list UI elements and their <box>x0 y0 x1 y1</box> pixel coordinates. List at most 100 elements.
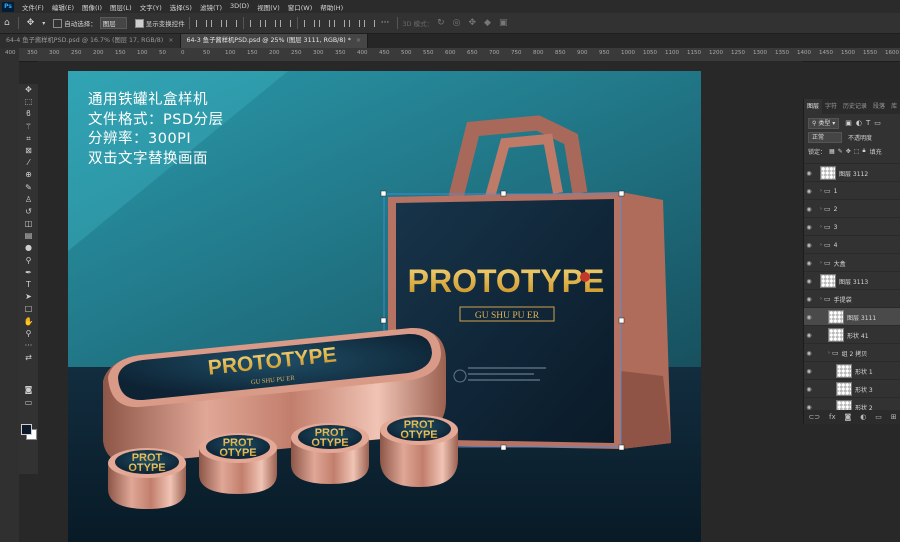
layer-row[interactable]: ◉ 图层 3112 <box>804 163 900 182</box>
adjustment-layer-icon[interactable]: ◐ <box>860 413 866 421</box>
3d-scale-icon[interactable]: ▣ <box>499 18 508 28</box>
type-tool-icon[interactable]: T <box>19 279 38 291</box>
distribute-center-icon[interactable] <box>318 19 330 27</box>
visibility-eye-icon[interactable]: ◉ <box>804 170 814 177</box>
layer-row[interactable]: ◉ 形状 41 <box>804 325 900 344</box>
layer-row[interactable]: ◉ › ▭ 组 2 拷贝 <box>804 343 900 362</box>
menu-item[interactable]: 图层(L) <box>106 2 136 12</box>
lock-pixels-icon[interactable]: ▦ <box>829 148 835 155</box>
visibility-eye-icon[interactable]: ◉ <box>804 242 814 249</box>
align-left-icon[interactable] <box>195 19 207 27</box>
move-tool-icon[interactable]: ✥ <box>27 18 35 28</box>
lock-position-icon[interactable]: ✥ <box>846 148 851 155</box>
visibility-eye-icon[interactable]: ◉ <box>804 206 814 213</box>
screen-mode-icon[interactable]: ▭ <box>19 397 38 409</box>
layer-row[interactable]: ◉ › ▭ 手提袋 <box>804 289 900 308</box>
panel-tab[interactable]: 历史记录 <box>840 99 870 114</box>
marquee-tool-icon[interactable]: ⬚ <box>19 96 38 108</box>
visibility-eye-icon[interactable]: ◉ <box>804 332 814 339</box>
history-brush-icon[interactable]: ↺ <box>19 206 38 218</box>
distribute-right-icon[interactable] <box>333 19 345 27</box>
path-selection-icon[interactable]: ➤ <box>19 291 38 303</box>
3d-rotate-icon[interactable]: ↻ <box>437 18 445 28</box>
layer-row[interactable]: ◉ 形状 3 <box>804 379 900 398</box>
align-bottom-icon[interactable] <box>279 19 291 27</box>
layer-row[interactable]: ◉ › ▭ 大盒 <box>804 253 900 272</box>
visibility-eye-icon[interactable]: ◉ <box>804 314 814 321</box>
panel-tab[interactable]: 库 <box>888 99 900 114</box>
pen-tool-icon[interactable]: ✒ <box>19 267 38 279</box>
distribute-top-icon[interactable] <box>348 19 360 27</box>
panel-tab[interactable]: 段落 <box>870 99 888 114</box>
show-transform-checkbox[interactable] <box>134 18 144 28</box>
align-center-icon[interactable] <box>210 19 222 27</box>
layer-row[interactable]: ◉ › ▭ 3 <box>804 217 900 236</box>
blur-tool-icon[interactable]: ● <box>19 242 38 254</box>
new-layer-icon[interactable]: ⊞ <box>891 413 897 421</box>
distribute-middle-icon[interactable] <box>363 19 375 27</box>
layer-row[interactable]: ◉ 图层 3111 <box>804 307 900 326</box>
layer-row[interactable]: ◉ 图层 3113 <box>804 271 900 290</box>
brush-tool-icon[interactable]: ✎ <box>19 182 38 194</box>
panel-tab[interactable]: 图层 <box>804 99 823 114</box>
visibility-eye-icon[interactable]: ◉ <box>804 296 814 303</box>
color-swatches[interactable] <box>19 364 38 384</box>
link-layers-icon[interactable]: ⊂⊃ <box>808 413 820 421</box>
filter-adjustment-icon[interactable]: ◐ <box>856 119 862 127</box>
layer-row[interactable]: ◉ 形状 1 <box>804 361 900 380</box>
expand-caret-icon[interactable]: › <box>820 242 822 248</box>
panel-tab[interactable]: 字符 <box>822 99 840 114</box>
move-tool-icon[interactable]: ✥ <box>19 84 38 96</box>
expand-caret-icon[interactable]: › <box>820 188 822 194</box>
menu-item[interactable]: 帮助(H) <box>316 2 347 12</box>
layer-row[interactable]: ◉ › ▭ 2 <box>804 199 900 218</box>
frame-tool-icon[interactable]: ⊠ <box>19 145 38 157</box>
menu-item[interactable]: 编辑(E) <box>48 2 78 12</box>
healing-brush-icon[interactable]: ⊕ <box>19 169 38 181</box>
menu-item[interactable]: 图像(I) <box>78 2 106 12</box>
menu-item[interactable]: 视图(V) <box>253 2 284 12</box>
tab-document-1[interactable]: 64-4 鱼子酱样机PSD.psd @ 16.7% (图层 17, RGB/8)… <box>0 34 181 48</box>
more-options-icon[interactable]: ··· <box>381 18 390 28</box>
document-canvas[interactable]: PROTOTYPE GU SHU PU ER PROTOTYPE GU SHU … <box>68 71 701 542</box>
close-icon[interactable]: × <box>356 37 361 44</box>
lock-paint-icon[interactable]: ✎ <box>838 148 843 155</box>
zoom-tool-icon[interactable]: ⚲ <box>19 328 38 340</box>
menu-item[interactable]: 文件(F) <box>18 2 48 12</box>
filter-pixel-icon[interactable]: ▣ <box>845 119 852 127</box>
hand-tool-icon[interactable]: ✋ <box>19 316 38 328</box>
distribute-left-icon[interactable] <box>303 19 315 27</box>
visibility-eye-icon[interactable]: ◉ <box>804 188 814 195</box>
magic-wand-icon[interactable]: ⚚ <box>19 121 38 133</box>
new-group-icon[interactable]: ▭ <box>875 413 882 421</box>
lasso-tool-icon[interactable]: ϐ <box>19 108 38 120</box>
menu-item[interactable]: 文字(Y) <box>136 2 166 12</box>
expand-caret-icon[interactable]: › <box>820 260 822 266</box>
home-icon[interactable]: ⌂ <box>4 18 10 28</box>
layer-row[interactable]: ◉ › ▭ 1 <box>804 181 900 200</box>
auto-select-dropdown[interactable]: 图层 <box>99 17 127 29</box>
menu-item[interactable]: 选择(S) <box>166 2 196 12</box>
3d-roll-icon[interactable]: ◎ <box>453 18 461 28</box>
menu-item[interactable]: 滤镜(T) <box>196 2 226 12</box>
eraser-icon[interactable]: ◫ <box>19 218 38 230</box>
rectangle-tool-icon[interactable]: □ <box>19 303 38 315</box>
fx-icon[interactable]: fx <box>829 413 836 421</box>
align-middle-icon[interactable] <box>264 19 276 27</box>
quick-mask-icon[interactable]: ◙ <box>19 384 38 396</box>
visibility-eye-icon[interactable]: ◉ <box>804 278 814 285</box>
gradient-tool-icon[interactable]: ▤ <box>19 230 38 242</box>
expand-caret-icon[interactable]: › <box>820 224 822 230</box>
align-right-icon[interactable] <box>225 19 237 27</box>
visibility-eye-icon[interactable]: ◉ <box>804 386 814 393</box>
dodge-tool-icon[interactable]: ⚲ <box>19 255 38 267</box>
stamp-tool-icon[interactable]: ♙ <box>19 194 38 206</box>
edit-toolbar-icon[interactable]: ⇄ <box>19 352 38 364</box>
tab-document-2[interactable]: 64-3 鱼子酱样机PSD.psd @ 25% (图层 3111, RGB/8)… <box>180 34 369 48</box>
layer-row[interactable]: ◉ › ▭ 4 <box>804 235 900 254</box>
close-icon[interactable]: × <box>168 37 173 44</box>
auto-select-checkbox[interactable] <box>53 18 63 28</box>
expand-caret-icon[interactable]: › <box>820 296 822 302</box>
eyedropper-icon[interactable]: ⁄ <box>19 157 38 169</box>
visibility-eye-icon[interactable]: ◉ <box>804 350 814 357</box>
